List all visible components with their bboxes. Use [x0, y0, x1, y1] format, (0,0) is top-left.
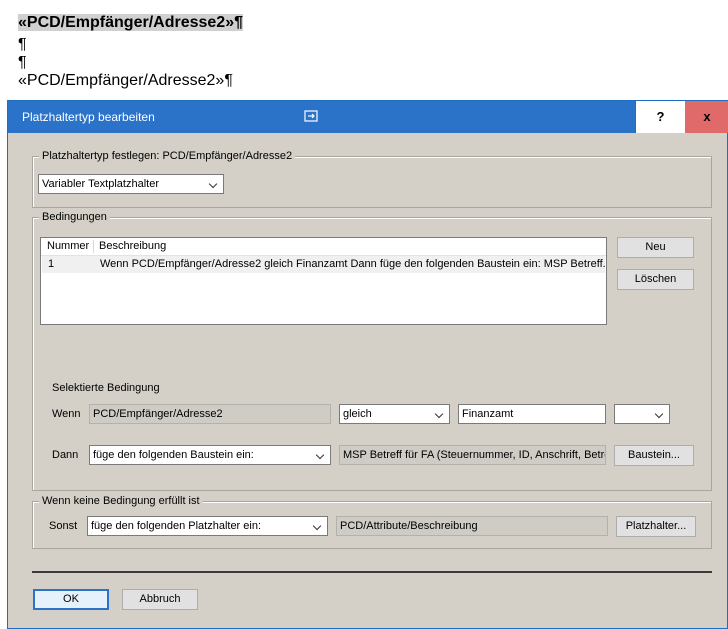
if-label: Wenn	[52, 408, 81, 420]
doc-line-3: ¶	[18, 54, 27, 71]
then-action-value: füge den folgenden Baustein ein:	[93, 449, 254, 461]
select-placeholder-button[interactable]: Platzhalter...	[616, 516, 696, 537]
doc-placeholder-highlighted: «PCD/Empfänger/Adresse2»¶	[18, 14, 243, 31]
doc-line-1: «PCD/Empfänger/Adresse2»¶	[18, 13, 243, 33]
chevron-down-icon	[315, 446, 327, 464]
select-block-button[interactable]: Baustein...	[614, 445, 694, 466]
close-button[interactable]: x	[685, 101, 728, 133]
dialog-titlebar[interactable]: Platzhaltertyp bearbeiten ? x	[8, 101, 728, 133]
chevron-down-icon	[434, 405, 446, 423]
operator-select[interactable]: gleich	[339, 404, 450, 424]
else-action-value: füge den folgenden Platzhalter ein:	[91, 520, 262, 532]
help-button[interactable]: ?	[635, 101, 685, 133]
placeholder-type-value: Variabler Textplatzhalter	[42, 178, 159, 190]
column-header-number[interactable]: Nummer	[41, 238, 93, 255]
conditions-list-header: Nummer Beschreibung	[41, 238, 606, 256]
ok-button[interactable]: OK	[33, 589, 109, 610]
delete-condition-button[interactable]: Löschen	[617, 269, 694, 290]
chevron-down-icon	[208, 175, 220, 193]
column-header-description[interactable]: Beschreibung	[93, 238, 393, 255]
type-group-legend: Platzhaltertyp festlegen: PCD/Empfänger/…	[39, 149, 296, 164]
extra-option-select[interactable]	[614, 404, 670, 424]
else-group-legend: Wenn keine Bedingung erfüllt ist	[39, 494, 203, 509]
dialog-title: Platzhaltertyp bearbeiten	[22, 110, 155, 124]
then-value-field: MSP Betreff für FA (Steuernummer, ID, An…	[339, 445, 606, 465]
table-row[interactable]: 1 Wenn PCD/Empfänger/Adresse2 gleich Fin…	[42, 256, 605, 273]
if-field: PCD/Empfänger/Adresse2	[89, 404, 331, 424]
chevron-down-icon	[312, 517, 324, 535]
then-label: Dann	[52, 449, 79, 461]
row-description: Wenn PCD/Empfänger/Adresse2 gleich Finan…	[100, 258, 605, 270]
row-number: 1	[48, 258, 55, 270]
doc-line-4: «PCD/Empfänger/Adresse2»¶	[18, 72, 233, 89]
new-condition-button[interactable]: Neu	[617, 237, 694, 258]
chevron-down-icon	[654, 405, 666, 423]
conditions-list[interactable]: Nummer Beschreibung 1 Wenn PCD/Empfänger…	[40, 237, 607, 325]
else-value-field: PCD/Attribute/Beschreibung	[336, 516, 608, 536]
selected-condition-label: Selektierte Bedingung	[52, 382, 160, 394]
else-action-select[interactable]: füge den folgenden Platzhalter ein:	[87, 516, 328, 536]
window-snap-icon[interactable]	[304, 110, 318, 122]
else-label: Sonst	[49, 520, 78, 532]
conditions-group-legend: Bedingungen	[39, 210, 110, 225]
condition-value-input[interactable]: Finanzamt	[458, 404, 606, 424]
operator-value: gleich	[343, 408, 372, 420]
then-action-select[interactable]: füge den folgenden Baustein ein:	[89, 445, 331, 465]
doc-line-2: ¶	[18, 36, 27, 53]
dialog-separator	[32, 571, 712, 573]
placeholder-type-select[interactable]: Variabler Textplatzhalter	[38, 174, 224, 194]
edit-placeholder-dialog: Platzhaltertyp bearbeiten ? x Platzhalte…	[7, 100, 728, 629]
cancel-button[interactable]: Abbruch	[122, 589, 198, 610]
